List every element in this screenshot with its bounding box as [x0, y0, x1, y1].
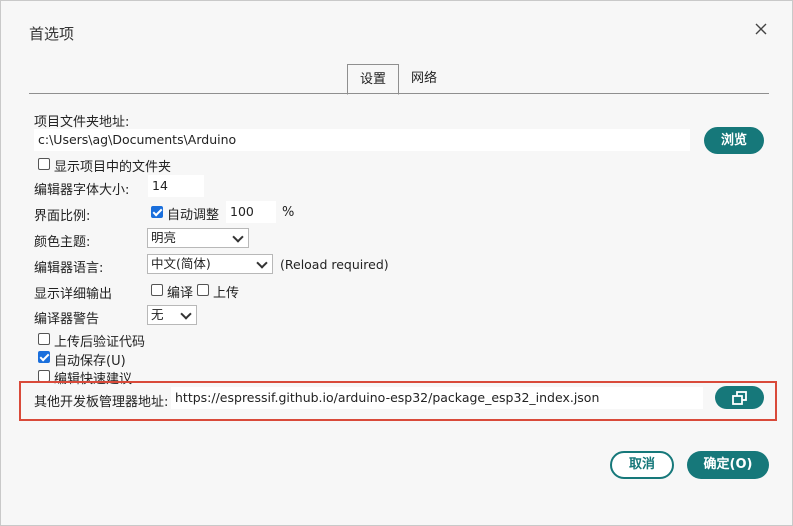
open-url-list-button[interactable]	[715, 386, 764, 409]
cancel-button[interactable]: 取消	[610, 451, 674, 479]
reload-required-note: (Reload required)	[280, 257, 389, 272]
language-select[interactable]: 中文(简体)	[147, 254, 273, 274]
verbose-upload-checkbox[interactable]	[197, 284, 209, 296]
sketchbook-path-input[interactable]	[34, 129, 690, 151]
chevron-down-icon	[256, 257, 268, 269]
board-manager-label: 其他开发板管理器地址:	[34, 395, 169, 410]
show-files-checkbox[interactable]	[38, 158, 50, 170]
preferences-dialog: 首选项 设置 网络 项目文件夹地址: 浏览 显示项目中的文件夹 编辑器字体大小:…	[0, 0, 793, 526]
open-window-icon	[731, 391, 747, 405]
show-files-label: 显示项目中的文件夹	[54, 160, 172, 175]
auto-save-label: 自动保存(U)	[54, 354, 126, 369]
tab-settings[interactable]: 设置	[347, 64, 399, 95]
chevron-down-icon	[232, 231, 244, 243]
scale-input[interactable]	[226, 201, 276, 223]
auto-save-checkbox[interactable]	[38, 351, 50, 363]
font-size-input[interactable]	[148, 175, 204, 197]
verify-after-upload-checkbox[interactable]	[38, 333, 50, 345]
verbose-compile-label: 编译	[167, 286, 194, 301]
language-label: 编辑器语言:	[34, 261, 104, 276]
compiler-warnings-select[interactable]: 无	[147, 305, 197, 325]
compiler-warnings-value: 无	[151, 307, 164, 322]
dialog-title: 首选项	[29, 25, 75, 43]
close-icon[interactable]	[753, 21, 769, 37]
tabs-divider	[29, 93, 769, 94]
verbose-label: 显示详细输出	[34, 287, 113, 302]
ok-button[interactable]: 确定(O)	[687, 451, 769, 479]
board-manager-url-input[interactable]	[171, 387, 703, 409]
theme-selected-value: 明亮	[151, 230, 177, 245]
chevron-down-icon	[180, 308, 192, 320]
auto-scale-checkbox[interactable]	[151, 206, 163, 218]
sketchbook-label: 项目文件夹地址:	[34, 115, 130, 130]
font-size-label: 编辑器字体大小:	[34, 183, 130, 198]
verify-after-upload-label: 上传后验证代码	[54, 335, 146, 350]
browse-button[interactable]: 浏览	[704, 127, 764, 154]
compiler-warnings-label: 编译器警告	[34, 312, 100, 327]
theme-select[interactable]: 明亮	[147, 228, 249, 248]
auto-scale-label: 自动调整	[167, 208, 220, 223]
interface-scale-label: 界面比例:	[34, 209, 91, 224]
verbose-upload-label: 上传	[213, 286, 240, 301]
tab-network[interactable]: 网络	[405, 64, 443, 93]
theme-label: 颜色主题:	[34, 235, 91, 250]
scale-unit: %	[282, 205, 295, 220]
language-selected-value: 中文(简体)	[151, 256, 211, 271]
verbose-compile-checkbox[interactable]	[151, 284, 163, 296]
